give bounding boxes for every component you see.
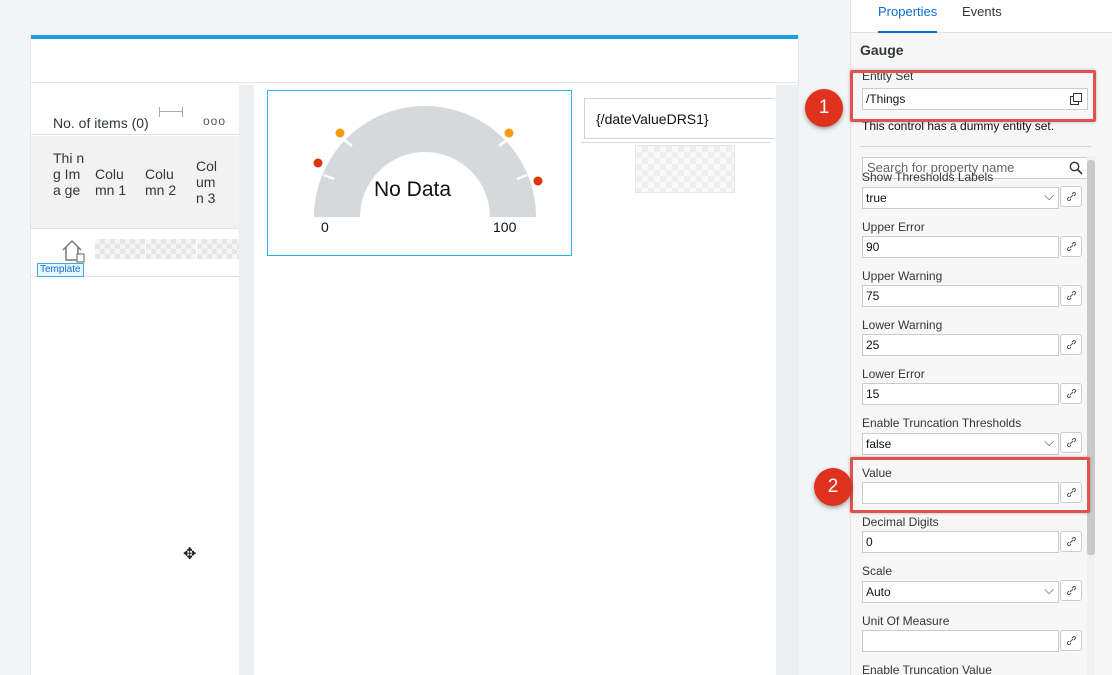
toolbar-spacer-icon: [159, 107, 183, 119]
unit-of-measure-label: Unit Of Measure: [862, 614, 950, 628]
data-binding-button[interactable]: [1060, 285, 1082, 306]
template-tag: Template: [37, 263, 84, 277]
lower-error-marker: [313, 158, 323, 168]
column-header-thing-image[interactable]: Thi ng Ima ge: [53, 150, 85, 198]
upper-warning-field[interactable]: 75: [862, 285, 1059, 307]
data-binding-button[interactable]: [1060, 531, 1082, 552]
column-separator: [776, 85, 799, 675]
table-toolbar[interactable]: No. of items (0) ooo: [31, 87, 239, 135]
column-header-column-2[interactable]: Colu mn 2: [145, 166, 185, 198]
tab-properties[interactable]: Properties: [878, 4, 938, 33]
show-thresholds-labels-select[interactable]: true ⌵: [862, 187, 1059, 209]
gauge-control[interactable]: No Data 0 100: [267, 90, 572, 256]
field-value: 0: [866, 535, 873, 549]
cell-placeholder: [95, 239, 145, 259]
highlight-value: [850, 457, 1090, 513]
link-icon: [1066, 536, 1076, 547]
lower-warning-field[interactable]: 25: [862, 334, 1059, 356]
field-value: 15: [866, 387, 880, 401]
link-icon: [1066, 635, 1076, 646]
show-thresholds-labels-label: Show Thresholds Labels: [862, 170, 994, 184]
move-cursor-icon: ✥: [183, 546, 197, 563]
scale-label: Scale: [862, 564, 893, 578]
gauge-graphic: [313, 106, 543, 217]
select-value: false: [866, 437, 892, 451]
overflow-menu-button[interactable]: ooo: [203, 114, 226, 128]
lower-warning-label: Lower Warning: [862, 318, 943, 332]
chevron-down-icon: ⌵: [1044, 434, 1054, 449]
link-icon: [1066, 388, 1076, 399]
link-icon: [1066, 191, 1076, 202]
text-control[interactable]: {/dateValueDRS1}: [584, 98, 774, 139]
upper-error-marker: [533, 176, 543, 186]
gauge-no-data-text: No Data: [374, 178, 452, 201]
text-control-value: {/dateValueDRS1}: [596, 111, 709, 127]
column-header-column-1[interactable]: Colu mn 1: [95, 166, 135, 198]
upper-error-label: Upper Error: [862, 220, 925, 234]
select-value: true: [866, 191, 887, 205]
panel-title: Gauge: [860, 42, 904, 58]
page-header[interactable]: [31, 39, 798, 83]
data-binding-button[interactable]: [1060, 334, 1082, 355]
callout-badge-2: 2: [814, 468, 852, 506]
data-binding-button[interactable]: [1060, 630, 1082, 651]
gauge-max-label: 100: [493, 219, 517, 235]
cell-placeholder: [146, 239, 196, 259]
tab-events[interactable]: Events: [962, 4, 1002, 33]
divider: [860, 146, 1091, 147]
link-icon: [1066, 290, 1076, 301]
decimal-digits-field[interactable]: 0: [862, 531, 1059, 553]
upper-error-field[interactable]: 90: [862, 236, 1059, 258]
callout-badge-1: 1: [805, 89, 843, 127]
select-value: Auto: [866, 585, 891, 599]
upper-warning-label: Upper Warning: [862, 269, 943, 283]
chevron-down-icon: ⌵: [1044, 188, 1054, 203]
items-count-title: No. of items (0): [53, 115, 149, 131]
upper-warning-marker: [335, 128, 345, 138]
decimal-digits-label: Decimal Digits: [862, 515, 939, 529]
data-binding-button[interactable]: [1060, 236, 1082, 257]
enable-truncation-thresholds-label: Enable Truncation Thresholds: [862, 416, 1022, 430]
enable-truncation-value-label: Enable Truncation Value: [862, 663, 992, 675]
column-separator: [239, 85, 254, 675]
chevron-down-icon: ⌵: [1044, 582, 1054, 597]
data-binding-button[interactable]: [1060, 432, 1082, 453]
field-value: 75: [866, 289, 880, 303]
search-icon[interactable]: [1069, 161, 1083, 175]
unit-of-measure-field[interactable]: [862, 630, 1059, 652]
scale-select[interactable]: Auto ⌵: [862, 581, 1059, 603]
lower-warning-marker: [504, 128, 514, 138]
field-value: 90: [866, 240, 880, 254]
link-icon: [1066, 339, 1076, 350]
cell-placeholder: [197, 239, 239, 259]
link-icon: [1066, 585, 1076, 596]
table-template-row[interactable]: Template: [31, 231, 239, 277]
data-binding-button[interactable]: [1060, 186, 1082, 207]
page-frame: No. of items (0) ooo Thi ng Ima ge Colu …: [30, 35, 799, 675]
data-binding-button[interactable]: [1060, 580, 1082, 601]
house-image-icon: [62, 239, 85, 263]
link-icon: [1066, 241, 1076, 252]
enable-truncation-thresholds-select[interactable]: false ⌵: [862, 433, 1059, 455]
data-binding-button[interactable]: [1060, 383, 1082, 404]
lower-error-label: Lower Error: [862, 367, 925, 381]
divider: [581, 142, 771, 143]
link-icon: [1066, 437, 1076, 448]
lower-error-field[interactable]: 15: [862, 383, 1059, 405]
image-placeholder[interactable]: [635, 145, 735, 193]
gauge-min-label: 0: [321, 219, 329, 235]
panel-tabbar: Properties Events: [851, 0, 1112, 33]
highlight-entity-set: [850, 70, 1096, 122]
table-header: Thi ng Ima ge Colu mn 1 Colu mn 2 Col um…: [31, 136, 239, 229]
column-header-column-3[interactable]: Col um n 3: [196, 158, 226, 206]
field-value: 25: [866, 338, 880, 352]
